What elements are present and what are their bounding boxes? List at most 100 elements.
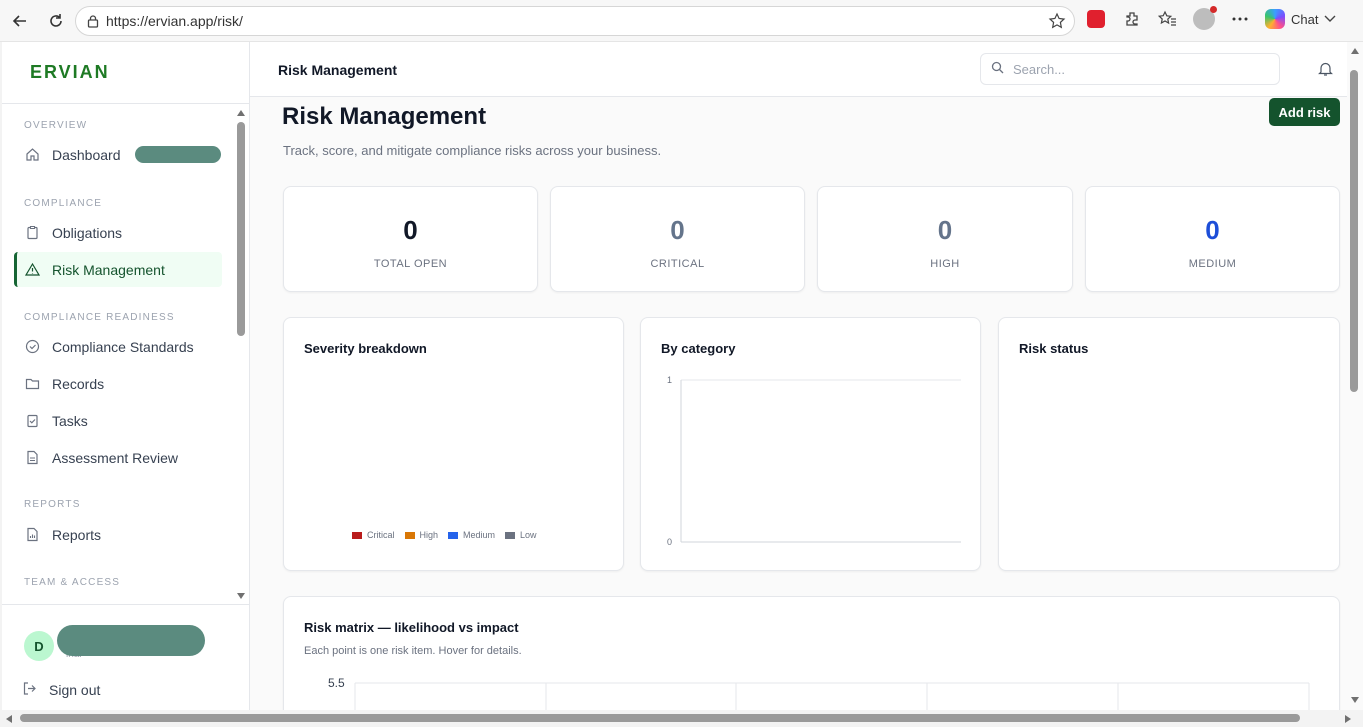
sidebar-item-records[interactable]: Records	[14, 366, 222, 401]
sidebar-item-label: Dashboard	[52, 146, 121, 163]
home-icon	[24, 147, 40, 163]
severity-breakdown-card: Severity breakdown Critical High Medium …	[283, 317, 624, 571]
stat-label: TOTAL OPEN	[373, 258, 448, 270]
sidebar-nav: OVERVIEW Dashboard COMPLIANCE Obligation…	[2, 104, 250, 604]
legend-label: Medium	[463, 530, 496, 540]
legend-swatch	[505, 531, 516, 539]
copilot-chat-button[interactable]: Chat	[1265, 9, 1336, 29]
reload-button[interactable]	[42, 7, 70, 35]
url-text: https://ervian.app/risk/	[106, 13, 243, 29]
document-icon	[24, 450, 40, 466]
section-title-compliance-readiness: COMPLIANCE READINESS	[24, 312, 175, 323]
avatar[interactable]: D	[24, 631, 54, 661]
sidebar-item-risk-management[interactable]: Risk Management	[14, 252, 222, 287]
section-title-overview: OVERVIEW	[24, 120, 88, 131]
reload-icon	[50, 13, 62, 27]
app-header: Risk Management Search...	[250, 42, 1347, 97]
sign-out-button[interactable]: Sign out	[22, 681, 100, 699]
sidebar-scroll-up[interactable]	[237, 110, 245, 116]
stat-card-total-open: 0 TOTAL OPEN	[283, 186, 538, 292]
legend-item-low[interactable]: Low	[505, 530, 537, 540]
section-title-reports: REPORTS	[24, 499, 81, 510]
sidebar-item-dashboard[interactable]: Dashboard	[14, 137, 222, 172]
sidebar-item-assessment-review[interactable]: Assessment Review	[14, 440, 222, 475]
legend-label: Low	[520, 530, 537, 540]
bell-icon[interactable]	[1318, 61, 1333, 82]
stat-label: CRITICAL	[650, 258, 705, 270]
address-bar[interactable]: https://ervian.app/risk/	[75, 6, 1075, 36]
sidebar-scrollbar[interactable]	[237, 122, 245, 336]
stat-label: MEDIUM	[1188, 258, 1237, 270]
y-tick-label: 0	[667, 537, 672, 547]
stat-card-critical: 0 CRITICAL	[550, 186, 805, 292]
scroll-left-arrow[interactable]	[6, 715, 12, 723]
legend-label: Critical	[367, 530, 395, 540]
search-placeholder: Search...	[1013, 61, 1066, 77]
lock-icon	[87, 15, 99, 28]
sidebar-item-label: Obligations	[52, 224, 123, 241]
header-title: Risk Management	[278, 62, 398, 78]
copilot-icon	[1265, 9, 1285, 29]
legend-swatch	[404, 531, 415, 539]
sidebar-item-label: Tasks	[52, 412, 88, 429]
stat-value: 0	[403, 215, 418, 245]
page-title: Risk Management	[282, 103, 487, 130]
sign-out-label: Sign out	[49, 682, 101, 698]
chevron-down-icon	[1324, 15, 1336, 22]
chat-label: Chat	[1291, 11, 1319, 27]
redacted-badge	[134, 146, 221, 163]
clipboard-check-icon	[24, 413, 40, 429]
page-horizontal-scrollbar[interactable]	[0, 710, 1363, 727]
more-menu-icon[interactable]	[1229, 8, 1251, 30]
sidebar-item-compliance-standards[interactable]: Compliance Standards	[14, 329, 222, 364]
scroll-up-arrow[interactable]	[1351, 48, 1359, 54]
chart-legend: Critical High Medium Low	[352, 530, 537, 540]
sidebar-item-label: Records	[52, 375, 105, 392]
report-icon	[24, 527, 40, 543]
scroll-down-arrow[interactable]	[1351, 697, 1359, 703]
search-icon	[991, 61, 1004, 77]
warning-triangle-icon	[24, 262, 40, 278]
main-content: Risk Management Track, score, and mitiga…	[250, 97, 1347, 710]
risk-matrix-card: Risk matrix — likelihood vs impact Each …	[283, 596, 1340, 710]
card-title: Severity breakdown	[304, 341, 427, 356]
section-title-team-access: TEAM & ACCESS	[24, 577, 121, 588]
legend-item-medium[interactable]: Medium	[448, 530, 495, 540]
stat-value: 0	[1205, 215, 1220, 245]
search-input[interactable]: Search...	[980, 53, 1280, 85]
extensions-icon[interactable]	[1121, 8, 1143, 30]
clipboard-icon	[24, 225, 40, 241]
risk-status-card: Risk status	[998, 317, 1340, 571]
favorites-icon[interactable]	[1157, 8, 1179, 30]
legend-label: High	[419, 530, 439, 540]
scroll-thumb[interactable]	[20, 714, 1300, 722]
scroll-right-arrow[interactable]	[1345, 715, 1351, 723]
legend-item-critical[interactable]: Critical	[352, 530, 395, 540]
redacted-user-name	[57, 625, 205, 656]
logo-area: ERVIAN	[2, 42, 249, 104]
sidebar-item-obligations[interactable]: Obligations	[14, 215, 222, 250]
back-button[interactable]	[6, 7, 34, 35]
pdf-extension-icon[interactable]	[1085, 8, 1107, 30]
sidebar-item-label: Risk Management	[52, 261, 165, 278]
profile-avatar[interactable]	[1193, 6, 1217, 30]
sidebar-scroll-down[interactable]	[237, 593, 245, 599]
stat-card-medium: 0 MEDIUM	[1085, 186, 1340, 292]
sidebar: ERVIAN OVERVIEW Dashboard COMPLIANCE Obl…	[2, 42, 250, 710]
sidebar-item-tasks[interactable]: Tasks	[14, 403, 222, 438]
scroll-thumb[interactable]	[1350, 70, 1358, 392]
stat-card-high: 0 HIGH	[817, 186, 1073, 292]
y-tick-label: 5.5	[328, 676, 345, 690]
risk-matrix-chart: 5.5	[328, 676, 1310, 710]
check-circle-icon	[24, 339, 40, 355]
sidebar-item-label: Compliance Standards	[52, 338, 194, 355]
user-profile: D inal Sign out	[2, 604, 250, 710]
page-vertical-scrollbar[interactable]	[1347, 42, 1363, 710]
by-category-card: By category 1 0	[640, 317, 981, 571]
sidebar-item-reports[interactable]: Reports	[14, 517, 222, 552]
favorite-star-icon[interactable]	[1048, 12, 1066, 35]
legend-item-high[interactable]: High	[404, 530, 439, 540]
arrow-left-icon	[12, 14, 26, 27]
add-risk-button[interactable]: Add risk	[1269, 98, 1340, 126]
app-logo[interactable]: ERVIAN	[30, 62, 110, 83]
